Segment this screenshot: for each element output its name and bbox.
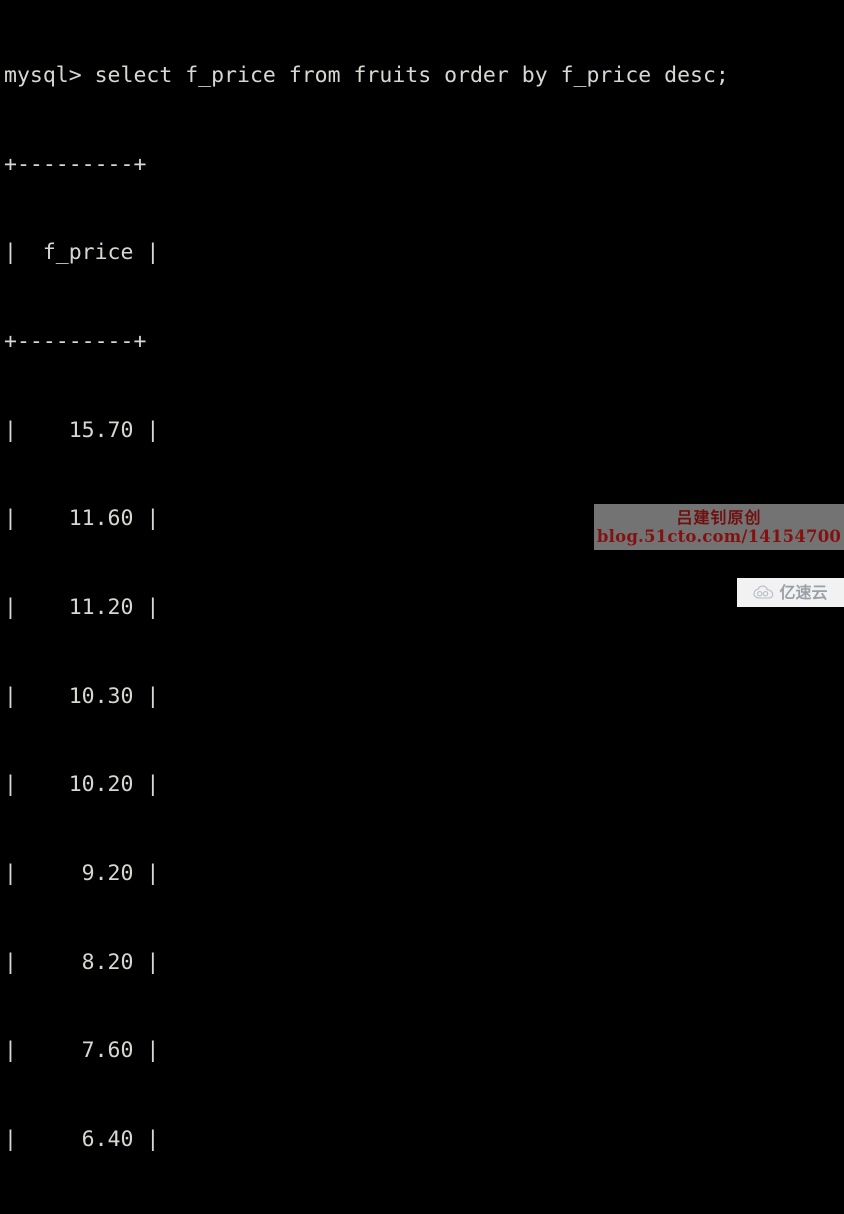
watermark-author: 吕建钊原创 bbox=[676, 507, 762, 527]
table-row: | 7.60 | bbox=[4, 1038, 160, 1064]
badge-label: 亿速云 bbox=[779, 582, 828, 602]
watermark-overlay: 吕建钊原创 blog.51cto.com/14154700 bbox=[594, 504, 844, 550]
table-row: | 8.20 | bbox=[4, 949, 160, 975]
table-top-border: +---------+ bbox=[4, 151, 147, 177]
terminal-prompt-line: mysql> select f_price from fruits order … bbox=[4, 63, 729, 89]
table-row: | 6.40 | bbox=[4, 1126, 160, 1152]
table-row: | 5.30 | bbox=[4, 1213, 844, 1214]
table-row: | 10.20 | bbox=[4, 772, 160, 798]
table-header-row: | f_price | bbox=[4, 240, 160, 266]
table-header-separator: +---------+ bbox=[4, 329, 147, 355]
table-row: | 15.70 | bbox=[4, 417, 160, 443]
table-row: | 10.30 | bbox=[4, 683, 160, 709]
site-badge: 亿速云 bbox=[737, 578, 844, 607]
table-row: | 9.20 | bbox=[4, 860, 160, 886]
cloud-icon bbox=[753, 585, 774, 599]
table-row: | 11.20 | bbox=[4, 594, 160, 620]
watermark-url: blog.51cto.com/14154700 bbox=[596, 526, 842, 546]
